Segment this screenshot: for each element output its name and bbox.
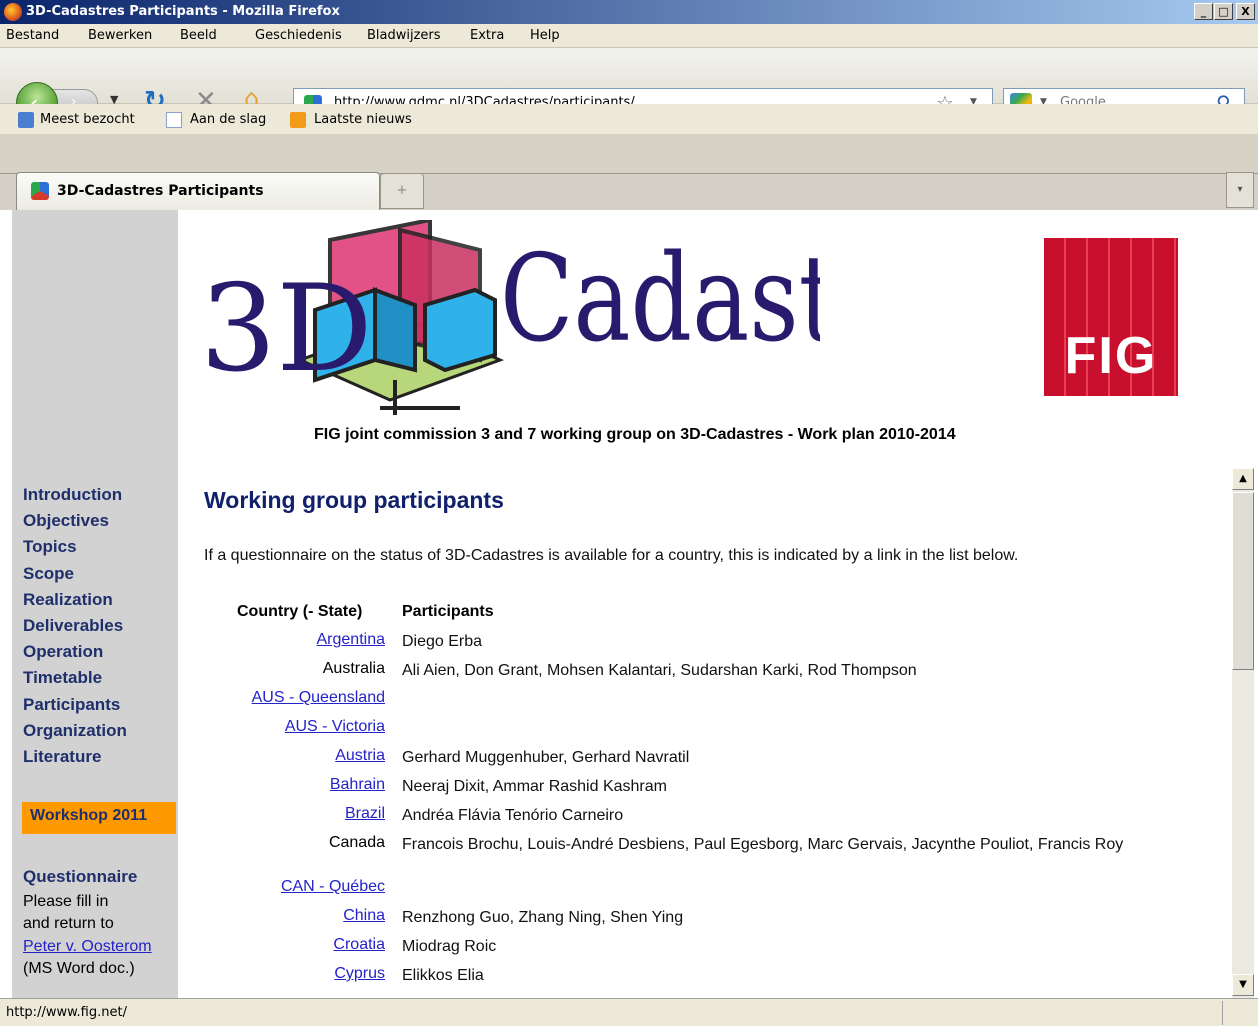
window-title: 3D-Cadastres Participants - Mozilla Fire… xyxy=(26,4,340,19)
page-heading: Working group participants xyxy=(204,487,504,513)
scroll-up-button[interactable]: ▲ xyxy=(1232,468,1254,490)
bookmark-aan-de-slag[interactable]: Aan de slag xyxy=(190,112,266,127)
doc-note: (MS Word doc.) xyxy=(23,960,135,977)
participants-cell: Elikkos Elia xyxy=(402,967,484,984)
participants-cell: Ali Aien, Don Grant, Mohsen Kalantari, S… xyxy=(402,662,917,679)
rss-icon xyxy=(290,112,306,128)
tab-bar xyxy=(0,134,1258,174)
nav-participants[interactable]: Participants xyxy=(23,695,120,715)
tab-favicon xyxy=(31,182,49,200)
sidebar: Introduction Objectives Topics Scope Rea… xyxy=(12,210,178,998)
menu-help[interactable]: Help xyxy=(530,28,560,43)
bookmark-meest-bezocht[interactable]: Meest bezocht xyxy=(40,112,135,127)
menu-bladwijzers[interactable]: Bladwijzers xyxy=(367,28,441,43)
menu-geschiedenis[interactable]: Geschiedenis xyxy=(255,28,342,43)
country-cell: Australia xyxy=(322,660,385,677)
close-button[interactable]: X xyxy=(1236,3,1255,20)
fig-logo-text: FIG xyxy=(1064,327,1158,385)
intro-text: If a questionnaire on the status of 3D-C… xyxy=(204,547,1019,564)
page-subtitle: FIG joint commission 3 and 7 working gro… xyxy=(314,426,956,443)
country-cell[interactable]: China xyxy=(343,907,385,925)
status-text: http://www.fig.net/ xyxy=(6,1005,127,1020)
scroll-down-button[interactable]: ▼ xyxy=(1232,974,1254,996)
tab-label: 3D-Cadastres Participants xyxy=(57,183,264,199)
contact-link[interactable]: Peter v. Oosterom xyxy=(23,938,152,956)
questionnaire-title: Questionnaire xyxy=(23,867,138,886)
page-icon xyxy=(166,112,182,128)
most-visited-icon xyxy=(18,112,34,128)
menu-bar: Bestand Bewerken Beeld Geschiedenis Blad… xyxy=(0,24,1258,48)
logo-cadastres-text: Cadastres xyxy=(500,228,820,368)
country-cell[interactable]: Cyprus xyxy=(334,965,385,983)
scroll-thumb[interactable] xyxy=(1232,492,1254,670)
menu-bestand[interactable]: Bestand xyxy=(6,28,59,43)
column-header-country: Country (- State) xyxy=(237,603,363,620)
country-cell[interactable]: Austria xyxy=(335,747,385,765)
country-cell[interactable]: AUS - Queensland xyxy=(252,689,385,707)
nav-introduction[interactable]: Introduction xyxy=(23,485,122,505)
page-content: Introduction Objectives Topics Scope Rea… xyxy=(0,210,1258,998)
nav-realization[interactable]: Realization xyxy=(23,590,113,610)
country-cell[interactable]: AUS - Victoria xyxy=(285,718,385,736)
tab-active[interactable]: 3D-Cadastres Participants xyxy=(16,172,380,210)
country-cell[interactable]: Croatia xyxy=(333,936,385,954)
nav-organization[interactable]: Organization xyxy=(23,721,127,741)
maximize-button[interactable]: □ xyxy=(1214,3,1233,20)
country-cell[interactable]: CAN - Québec xyxy=(281,878,385,896)
firefox-icon xyxy=(4,3,22,21)
column-header-participants: Participants xyxy=(402,603,494,620)
country-cell: Canada xyxy=(328,834,385,851)
vertical-scrollbar[interactable]: ▲ ▼ xyxy=(1232,468,1254,998)
participants-cell: Renzhong Guo, Zhang Ning, Shen Ying xyxy=(402,909,684,926)
bookmarks-bar: Meest bezocht Aan de slag Laatste nieuws xyxy=(0,104,1258,134)
minimize-button[interactable]: _ xyxy=(1194,3,1213,20)
title-bar: 3D-Cadastres Participants - Mozilla Fire… xyxy=(0,0,1258,24)
workshop-label: Workshop 2011 xyxy=(30,807,148,824)
nav-timetable[interactable]: Timetable xyxy=(23,668,102,688)
menu-bewerken[interactable]: Bewerken xyxy=(88,28,152,43)
country-cell[interactable]: Argentina xyxy=(317,631,386,649)
nav-scope[interactable]: Scope xyxy=(23,564,74,584)
country-cell[interactable]: Brazil xyxy=(345,805,385,823)
status-bar: http://www.fig.net/ xyxy=(0,998,1258,1026)
nav-deliverables[interactable]: Deliverables xyxy=(23,616,123,636)
participants-cell: Diego Erba xyxy=(402,633,483,650)
participants-cell: Miodrag Roic xyxy=(402,938,497,955)
country-cell[interactable]: Bahrain xyxy=(330,776,385,794)
workshop-button[interactable]: Workshop 2011 xyxy=(22,802,176,834)
questionnaire-line-2: and return to xyxy=(23,915,114,932)
nav-operation[interactable]: Operation xyxy=(23,642,103,662)
bookmark-laatste-nieuws[interactable]: Laatste nieuws xyxy=(314,112,412,127)
navigation-toolbar: › ‹ ▼ ↻ ✕ ⌂ http://www.gdmc.nl/3DCadastr… xyxy=(0,48,1258,124)
questionnaire-line-1: Please fill in xyxy=(23,893,109,910)
tab-list-button[interactable]: ▾ xyxy=(1226,172,1254,208)
logo-3d-text: 3D xyxy=(200,260,373,399)
3d-cadastres-logo: 3D Cadastres xyxy=(200,217,989,420)
resize-grip[interactable] xyxy=(1222,1001,1254,1025)
menu-extra[interactable]: Extra xyxy=(470,28,504,43)
nav-literature[interactable]: Literature xyxy=(23,747,101,767)
new-tab-button[interactable]: + xyxy=(380,173,424,209)
participants-cell: Gerhard Muggenhuber, Gerhard Navratil xyxy=(402,749,690,766)
nav-objectives[interactable]: Objectives xyxy=(23,511,109,531)
participants-cell: Francois Brochu, Louis-André Desbiens, P… xyxy=(402,836,1124,853)
nav-topics[interactable]: Topics xyxy=(23,537,77,557)
participants-cell: Andréa Flávia Tenório Carneiro xyxy=(402,807,624,824)
menu-beeld[interactable]: Beeld xyxy=(180,28,217,43)
participants-cell: Neeraj Dixit, Ammar Rashid Kashram xyxy=(402,778,667,795)
fig-logo: FIG xyxy=(1044,238,1178,396)
